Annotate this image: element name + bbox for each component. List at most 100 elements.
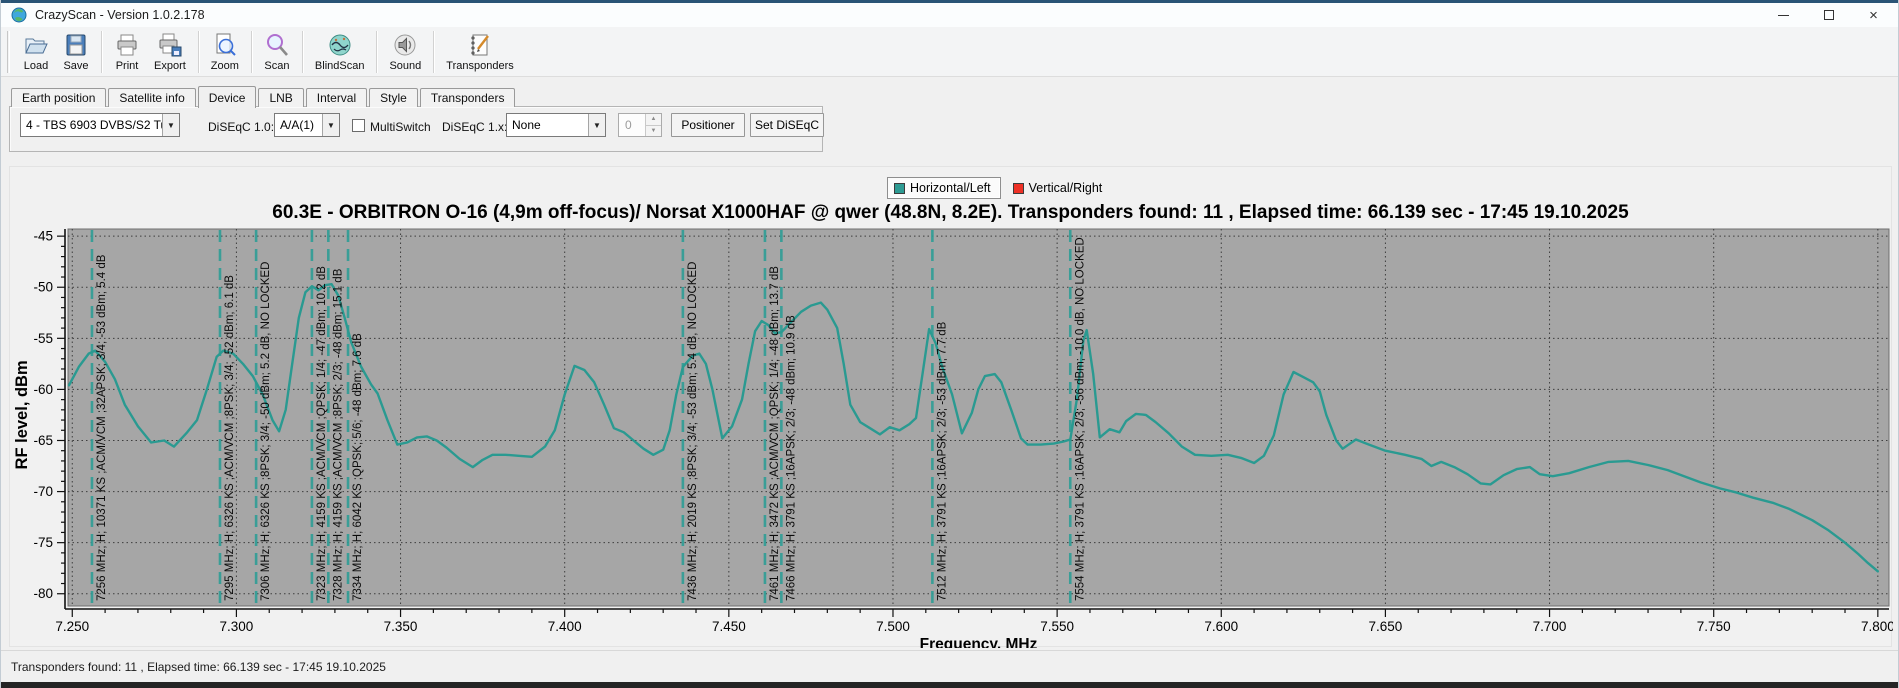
x-tick-label: 7.600 <box>1204 619 1238 634</box>
x-tick-label: 7.800 <box>1861 619 1893 634</box>
export-printer-icon <box>157 32 183 58</box>
open-folder-icon <box>23 32 49 58</box>
diseqc10-label: DiSEqC 1.0: <box>208 120 275 134</box>
tab-device[interactable]: Device <box>197 86 257 108</box>
positioner-button[interactable]: Positioner <box>671 113 745 137</box>
transponders-button[interactable]: Transponders <box>439 29 520 75</box>
x-tick-label: 7.450 <box>712 619 746 634</box>
close-button[interactable]: × <box>1851 3 1896 27</box>
globe-icon <box>11 7 27 23</box>
blindscan-globe-icon <box>327 32 353 58</box>
legend-swatch <box>894 182 905 194</box>
y-tick-label: -60 <box>33 382 53 397</box>
spinner-up-icon[interactable]: ▲ <box>646 114 661 126</box>
chevron-down-icon[interactable]: ▼ <box>322 114 339 136</box>
device-panel: 4 - TBS 6903 DVBS/S2 Tuner 0 ▼ DiSEqC 1.… <box>9 106 824 152</box>
x-tick-label: 7.700 <box>1533 619 1567 634</box>
load-button[interactable]: Load <box>16 29 56 75</box>
toolbar: Load Save Print Export Zoom Scan BlindScan Soun… <box>1 27 1898 77</box>
speaker-icon <box>392 32 418 58</box>
status-text: Transponders found: 11 , Elapsed time: 6… <box>11 659 386 674</box>
close-icon: × <box>1869 6 1878 24</box>
maximize-button[interactable] <box>1806 3 1851 27</box>
toolbar-separator <box>197 30 199 73</box>
tab-transponders[interactable]: Transponders <box>419 88 516 107</box>
export-button[interactable]: Export <box>147 29 193 75</box>
chevron-down-icon[interactable]: ▼ <box>162 114 179 136</box>
chart-title: 60.3E - ORBITRON O-16 (4,9m off-focus)/ … <box>272 202 1629 223</box>
chevron-down-icon[interactable]: ▼ <box>588 114 605 136</box>
y-tick-label: -75 <box>33 535 53 550</box>
toolbar-separator <box>250 30 252 73</box>
toolbar-separator <box>101 30 102 73</box>
diseqc10-select[interactable]: A/A(1) ▼ <box>274 113 340 137</box>
x-tick-label: 7.650 <box>1369 619 1403 634</box>
spectrum-plot[interactable]: -45 -50 -55 -60 -65 -70 -75 -80 7.250 7.300 7.350 7… <box>10 228 1895 653</box>
legend-item-horizontal-left[interactable]: Horizontal/Left <box>887 177 1001 199</box>
y-axis-title: RF level, dBm <box>13 360 31 469</box>
transponder-marker-label: 7334 MHz; H; 6042 KS ;QPSK; 5/6; -48 dBm… <box>352 333 364 601</box>
tab-satellite-info[interactable]: Satellite info <box>108 88 196 107</box>
minimize-icon <box>1778 14 1789 16</box>
multiswitch-checkbox[interactable] <box>352 119 365 132</box>
toolbar-button-label: Export <box>154 59 186 72</box>
set-diseqc-button[interactable]: Set DiSEqC <box>750 113 824 137</box>
toolbar-grip[interactable] <box>7 30 10 73</box>
toolbar-button-label: Transponders <box>446 59 514 72</box>
legend-label: Horizontal/Left <box>910 181 991 195</box>
tuner-select-value: 4 - TBS 6903 DVBS/S2 Tuner 0 <box>26 118 162 132</box>
tab-earth-position[interactable]: Earth position <box>11 88 107 107</box>
magnifier-icon <box>264 32 290 58</box>
legend-item-vertical-right[interactable]: Vertical/Right <box>1012 181 1103 195</box>
x-tick-label: 7.300 <box>220 619 254 634</box>
transponder-marker-label: 7436 MHz; H; 2019 KS ;8PSK; 3/4; -53 dBm… <box>687 262 699 601</box>
transponder-marker-label: 7306 MHz; H; 6326 KS ;8PSK; 3/4; -50 dBm… <box>260 262 272 601</box>
sound-button[interactable]: Sound <box>382 29 428 75</box>
toolbar-button-label: Sound <box>389 59 422 72</box>
diseqc1x-select-value: None <box>512 118 541 132</box>
title-bar[interactable]: CrazyScan - Version 1.0.2.178 × <box>1 3 1898 27</box>
minimize-button[interactable] <box>1761 3 1806 27</box>
scan-button[interactable]: Scan <box>257 29 297 75</box>
floppy-disk-icon <box>63 32 89 58</box>
tab-lnb[interactable]: LNB <box>258 88 304 107</box>
toolbar-separator <box>433 30 435 73</box>
printer-icon <box>114 32 140 58</box>
toolbar-button-label: Zoom <box>210 59 239 72</box>
zoom-button[interactable]: Zoom <box>204 29 246 75</box>
tab-interval[interactable]: Interval <box>305 88 368 107</box>
toolbar-button-label: Save <box>63 59 89 72</box>
zoom-document-icon <box>212 32 238 58</box>
toolbar-button-label: Print <box>115 59 139 72</box>
spinner-down-icon[interactable]: ▼ <box>646 125 661 136</box>
transponder-marker-label: 7512 MHz; H; 3791 KS ;16APSK; 2/3; -53 d… <box>936 321 948 601</box>
diseqc1x-select[interactable]: None ▼ <box>506 113 606 137</box>
blindscan-button[interactable]: BlindScan <box>308 29 372 75</box>
x-tick-label: 7.400 <box>548 619 582 634</box>
tuner-select[interactable]: 4 - TBS 6903 DVBS/S2 Tuner 0 ▼ <box>20 113 180 137</box>
transponder-marker-label: 7295 MHz; H; 6326 KS ;ACM/VCM ;8PSK; 3/4… <box>224 275 236 601</box>
y-tick-label: -55 <box>33 331 53 346</box>
tab-style[interactable]: Style <box>369 88 418 107</box>
tab-strip: Earth position Satellite info Device LNB Int… <box>11 86 516 108</box>
window-top-border <box>1 0 1898 3</box>
save-button[interactable]: Save <box>56 29 96 75</box>
chart-legend: Horizontal/Left Vertical/Right <box>887 177 1102 199</box>
toolbar-separator <box>376 30 378 73</box>
app-window: CrazyScan - Version 1.0.2.178 × Load Save… <box>0 0 1899 688</box>
window-bottom-border <box>1 682 1898 688</box>
print-button[interactable]: Print <box>107 29 147 75</box>
window-title: CrazyScan - Version 1.0.2.178 <box>35 8 205 22</box>
transponder-marker-label: 7461 MHz; H; 3472 KS ;ACM/VCM ;QPSK; 1/4… <box>769 266 781 601</box>
diseqc1x-label: DiSEqC 1.x: <box>442 120 508 134</box>
transponders-notepad-icon <box>467 32 493 58</box>
position-spinner[interactable]: 0 ▲ ▼ <box>618 113 662 137</box>
status-bar: Transponders found: 11 , Elapsed time: 6… <box>1 650 1898 682</box>
x-tick-label: 7.500 <box>876 619 910 634</box>
transponder-marker-label: 7554 MHz; H; 3791 KS ;16APSK; 2/3; -56 d… <box>1074 237 1086 601</box>
position-spinner-value: 0 <box>625 118 632 132</box>
x-tick-label: 7.350 <box>384 619 418 634</box>
legend-label: Vertical/Right <box>1028 181 1103 195</box>
spectrum-chart[interactable]: Horizontal/Left Vertical/Right 60.3E - OR… <box>9 166 1895 653</box>
transponder-marker-label: 7328 MHz; H; 4159 KS ;ACM/VCM ;8PSK; 2/3… <box>332 268 344 601</box>
